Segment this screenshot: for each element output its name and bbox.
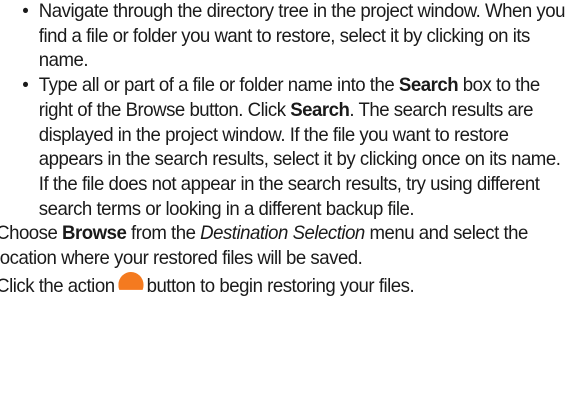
bullet-marker: • bbox=[22, 1, 29, 22]
browse-text-1: Choose bbox=[0, 223, 63, 245]
step-browse: Choose Browse from the Destination Selec… bbox=[0, 222, 566, 271]
document-body: • Navigate through the directory tree in… bbox=[0, 0, 570, 394]
step-action: Click the action button to begin restorin… bbox=[0, 271, 566, 300]
search-term-bold: Search bbox=[398, 75, 459, 97]
search-text-1: Type all or part of a file or folder nam… bbox=[38, 75, 399, 97]
browse-term-bold: Browse bbox=[62, 223, 127, 245]
list-item-search: • Type all or part of a file or folder n… bbox=[0, 74, 570, 222]
search-button-term-bold: Search bbox=[290, 99, 350, 121]
list-item-navigate: • Navigate through the directory tree in… bbox=[0, 0, 570, 74]
browse-text-2: from the bbox=[126, 223, 201, 245]
option-list: • Navigate through the directory tree in… bbox=[0, 0, 570, 222]
bullet-marker: • bbox=[22, 75, 29, 97]
destination-selection-italic: Destination Selection bbox=[200, 223, 365, 245]
action-text-1: Click the action bbox=[0, 275, 115, 297]
action-text-2: button to begin restoring your files. bbox=[146, 275, 415, 297]
orange-circle-button-icon bbox=[118, 271, 144, 290]
navigate-text: Navigate through the directory tree in t… bbox=[38, 1, 566, 72]
